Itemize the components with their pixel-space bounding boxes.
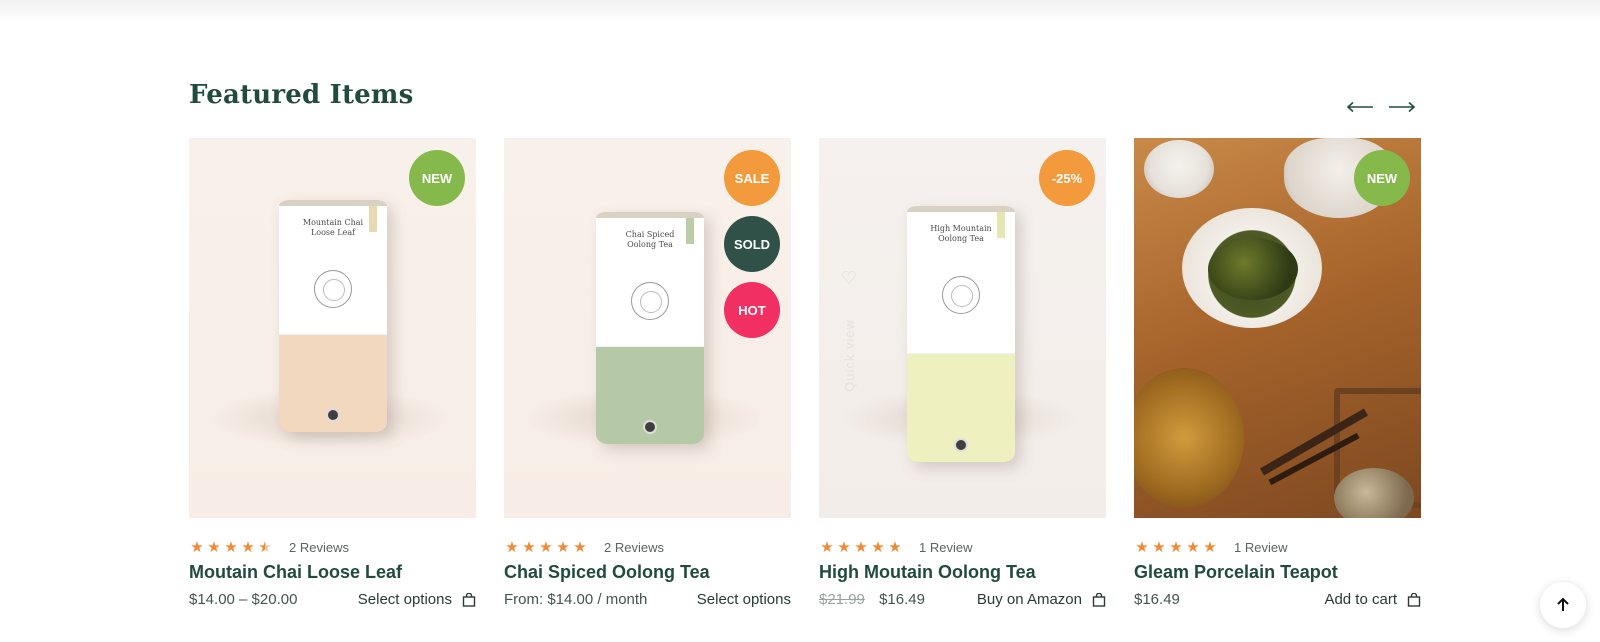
star-icon: ★	[888, 539, 902, 556]
product-name[interactable]: Chai Spiced Oolong Tea	[504, 562, 791, 583]
star-icon: ★	[1135, 539, 1149, 556]
product-card: Chai Spiced Oolong Tea SALE SOLD HOT ★ ★…	[504, 138, 791, 608]
action-label: Select options	[357, 591, 452, 608]
product-card: High Mountain Oolong Tea ♡ Quick view -2…	[819, 138, 1106, 608]
product-price: From: $14.00 / month	[504, 591, 648, 608]
carousel-nav	[1346, 96, 1416, 118]
star-icon: ★	[837, 539, 851, 556]
product-rating: ★ ★ ★ ★ ★ 2 Reviews	[504, 536, 791, 558]
canister-label: High Mountain Oolong Tea	[930, 224, 992, 243]
product-image[interactable]: Mountain Chai Loose Leaf NEW	[189, 138, 476, 518]
review-count[interactable]: 2 Reviews	[604, 540, 664, 555]
back-to-top-button[interactable]	[1540, 582, 1586, 628]
star-icon: ★	[820, 539, 834, 556]
rating-stars: ★ ★ ★ ★ ★	[189, 538, 273, 556]
product-rating: ★ ★ ★ ★ ★ 2 Reviews	[189, 536, 476, 558]
star-icon: ★	[854, 539, 868, 556]
product-card: NEW ★ ★ ★ ★ ★ 1 Review Gleam Porcelain T…	[1134, 138, 1421, 608]
rating-stars: ★ ★ ★ ★ ★	[1134, 538, 1218, 556]
star-icon: ★	[1169, 539, 1183, 556]
product-name[interactable]: High Moutain Oolong Tea	[819, 562, 1106, 583]
star-half-icon: ★	[258, 539, 272, 556]
star-icon: ★	[207, 539, 221, 556]
product-price-group: $21.99 $16.49	[819, 591, 925, 608]
tea-canister: High Mountain Oolong Tea	[907, 206, 1015, 462]
canister-label: Mountain Chai Loose Leaf	[302, 218, 364, 237]
buy-on-amazon-button[interactable]: Buy on Amazon	[977, 591, 1106, 608]
star-icon: ★	[1152, 539, 1166, 556]
bag-icon	[462, 592, 476, 607]
review-count[interactable]: 1 Review	[1234, 540, 1287, 555]
star-icon: ★	[871, 539, 885, 556]
product-image[interactable]: NEW	[1134, 138, 1421, 518]
arrow-right-icon	[1389, 101, 1416, 113]
glass-teapot	[1134, 368, 1244, 508]
star-icon: ★	[556, 539, 570, 556]
badge-sale: SALE	[724, 150, 780, 206]
select-options-button[interactable]: Select options	[358, 591, 476, 608]
product-card: Mountain Chai Loose Leaf NEW ★ ★ ★ ★ ★ 2…	[189, 138, 476, 608]
bag-icon	[1092, 592, 1106, 607]
badge-sold: SOLD	[724, 216, 780, 272]
arrow-up-icon	[1557, 597, 1569, 611]
star-icon: ★	[573, 539, 587, 556]
star-icon: ★	[1203, 539, 1217, 556]
tea-leaves	[1208, 238, 1298, 300]
carousel-prev-button[interactable]	[1346, 96, 1374, 118]
product-price-old: $21.99	[819, 591, 865, 608]
product-price: $16.49	[1134, 591, 1180, 608]
badge-new: NEW	[1354, 150, 1410, 206]
canister-label: Chai Spiced Oolong Tea	[625, 230, 675, 249]
quick-view-button[interactable]: Quick view	[842, 319, 857, 392]
action-label: Select options	[696, 591, 791, 608]
star-icon: ★	[505, 539, 519, 556]
review-count[interactable]: 1 Review	[919, 540, 972, 555]
star-icon: ★	[190, 539, 204, 556]
star-icon: ★	[241, 539, 255, 556]
header-shadow	[0, 0, 1600, 22]
rating-stars: ★ ★ ★ ★ ★	[819, 538, 903, 556]
bag-icon	[1407, 592, 1421, 607]
product-price: $14.00 – $20.00	[189, 591, 298, 608]
section-title: Featured Items	[189, 80, 414, 110]
product-image[interactable]: Chai Spiced Oolong Tea SALE SOLD HOT	[504, 138, 791, 518]
product-rating: ★ ★ ★ ★ ★ 1 Review	[1134, 536, 1421, 558]
review-count[interactable]: 2 Reviews	[289, 540, 349, 555]
teacup	[1144, 140, 1214, 198]
product-price: $16.49	[879, 591, 925, 608]
star-icon: ★	[1186, 539, 1200, 556]
add-to-cart-button[interactable]: Add to cart	[1324, 591, 1421, 608]
tea-canister: Chai Spiced Oolong Tea	[596, 212, 704, 444]
star-icon: ★	[224, 539, 238, 556]
badge-new: NEW	[409, 150, 465, 206]
action-label: Buy on Amazon	[976, 591, 1082, 608]
product-rating: ★ ★ ★ ★ ★ 1 Review	[819, 536, 1106, 558]
badge-discount: -25%	[1039, 150, 1095, 206]
badge-hot: HOT	[724, 282, 780, 338]
carousel-next-button[interactable]	[1388, 96, 1416, 118]
action-label: Add to cart	[1324, 591, 1397, 608]
star-icon: ★	[522, 539, 536, 556]
rating-stars: ★ ★ ★ ★ ★	[504, 538, 588, 556]
arrow-left-icon	[1346, 101, 1373, 113]
product-image[interactable]: High Mountain Oolong Tea ♡ Quick view -2…	[819, 138, 1106, 518]
tea-canister: Mountain Chai Loose Leaf	[279, 200, 387, 432]
product-name[interactable]: Moutain Chai Loose Leaf	[189, 562, 476, 583]
quick-view-panel: ♡ Quick view	[831, 268, 867, 458]
product-name[interactable]: Gleam Porcelain Teapot	[1134, 562, 1421, 583]
product-carousel: Mountain Chai Loose Leaf NEW ★ ★ ★ ★ ★ 2…	[189, 138, 1421, 608]
select-options-button[interactable]: Select options	[697, 591, 791, 608]
star-icon: ★	[539, 539, 553, 556]
heart-icon[interactable]: ♡	[841, 268, 857, 289]
